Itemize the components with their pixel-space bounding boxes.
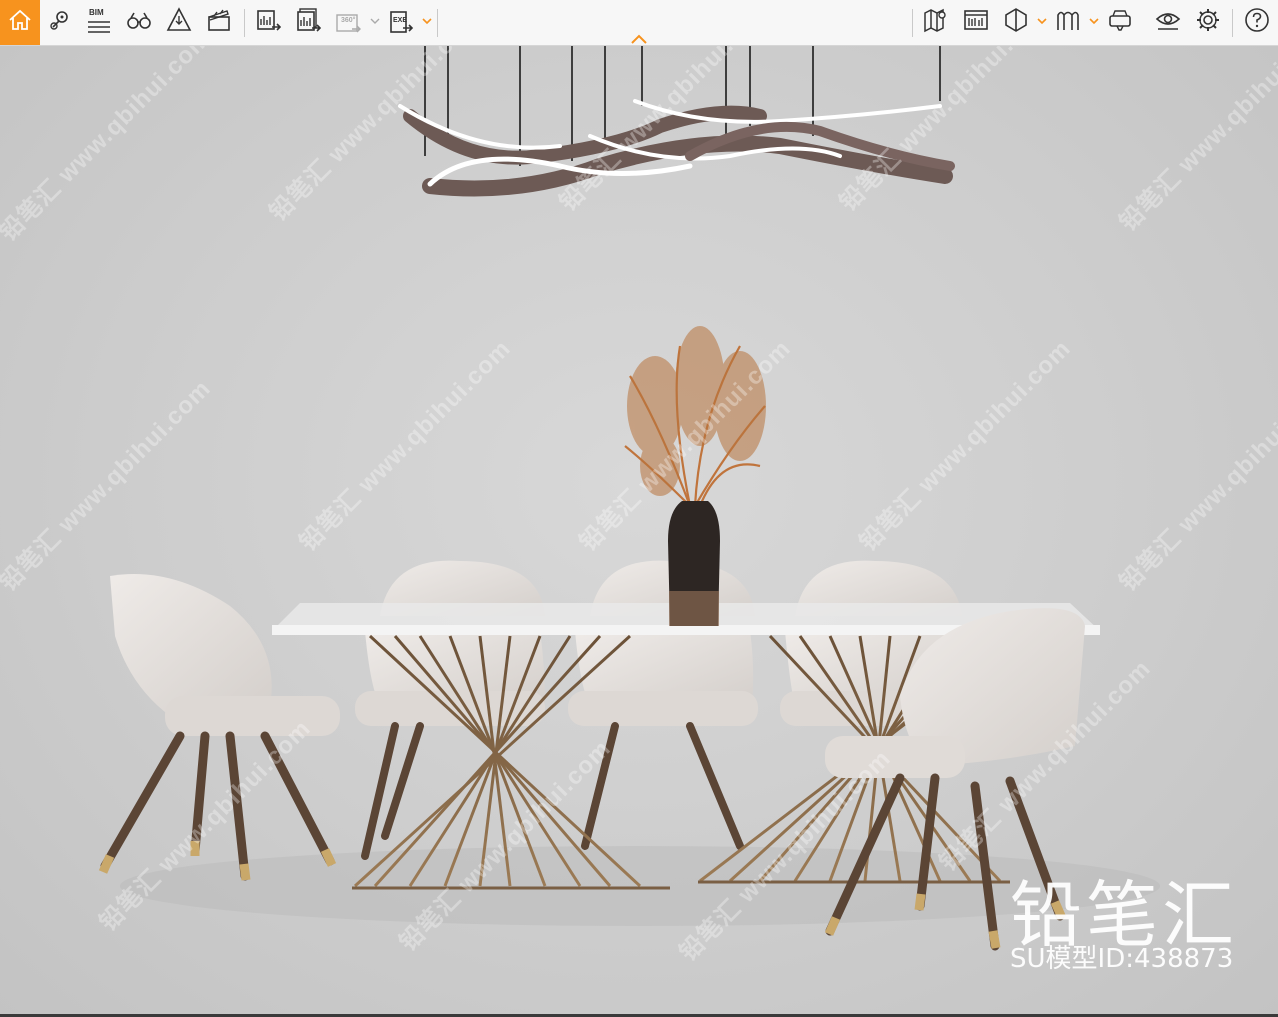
home-button[interactable] [0, 0, 40, 45]
panorama-dropdown-chevron-icon[interactable] [370, 16, 380, 26]
panorama-360-button[interactable]: 360° [331, 5, 365, 39]
binoculars-button[interactable] [122, 5, 156, 39]
render-viewport[interactable]: 铅笔汇 www.qbihui.com 铅笔汇 www.qbihui.com 铅笔… [0, 46, 1278, 1017]
map-icon [923, 7, 949, 38]
bim-icon: BIM [86, 8, 112, 35]
export-image-icon [255, 7, 282, 38]
eye-icon [1155, 7, 1181, 38]
toolbar-separator [1232, 9, 1233, 37]
triangle-render-icon [166, 6, 192, 38]
model-id-text: SU模型ID:438873 [1010, 944, 1234, 974]
vr-headset-icon [1107, 7, 1133, 38]
render-button[interactable] [162, 5, 196, 39]
landscape-dropdown-chevron-icon[interactable] [1089, 16, 1099, 26]
home-icon [7, 7, 33, 38]
material-dropdown-chevron-icon[interactable] [1037, 16, 1047, 26]
exe-dropdown-chevron-icon[interactable] [422, 16, 432, 26]
collapse-toolbar-chevron-icon[interactable] [630, 32, 648, 44]
landscape-button[interactable] [1051, 5, 1085, 39]
toolbar-separator [437, 9, 438, 37]
location-pin-icon [47, 7, 73, 38]
material-button[interactable] [999, 5, 1033, 39]
clapperboard-icon [206, 7, 232, 38]
gear-icon [1195, 7, 1221, 38]
toolbar-separator [912, 9, 913, 37]
export-exe-button[interactable]: EXE [384, 5, 418, 39]
vr-button[interactable] [1103, 5, 1137, 39]
landscape-icon [1055, 7, 1081, 38]
library-icon [963, 7, 989, 38]
hexagon-icon [1003, 7, 1029, 38]
export-exe-icon: EXE [388, 9, 414, 35]
settings-button[interactable] [1191, 5, 1225, 39]
panorama-360-label: 360° [341, 17, 356, 24]
toolbar-separator [244, 9, 245, 37]
export-batch-button[interactable] [291, 5, 325, 39]
animation-button[interactable] [202, 5, 236, 39]
export-image-button[interactable] [251, 5, 285, 39]
export-batch-icon [295, 7, 322, 38]
top-toolbar: BIM 360° EXE [0, 0, 1278, 46]
map-button[interactable] [919, 5, 953, 39]
binoculars-icon [126, 7, 152, 38]
library-button[interactable] [959, 5, 993, 39]
view-button[interactable] [1151, 5, 1185, 39]
panorama-360-icon: 360° [335, 9, 361, 35]
help-icon [1244, 7, 1270, 38]
bim-label: BIM [89, 8, 104, 17]
location-button[interactable] [43, 5, 77, 39]
exe-label: EXE [393, 17, 408, 24]
bim-button[interactable]: BIM [82, 5, 116, 39]
help-button[interactable] [1240, 5, 1274, 39]
